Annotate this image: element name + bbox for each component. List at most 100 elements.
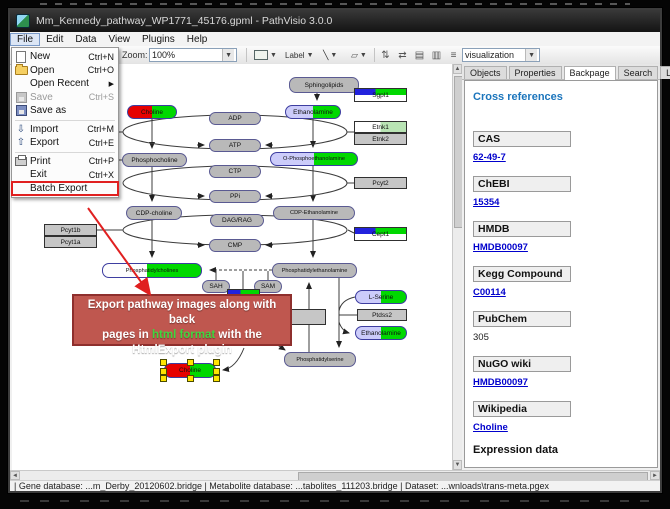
menu-item-import[interactable]: ImportCtrl+M	[12, 123, 118, 137]
tab-objects[interactable]: Objects	[464, 66, 507, 79]
crossref-link[interactable]: C00114	[473, 287, 506, 298]
node-cdp-ethanolamine[interactable]: CDP-Ethanolamine	[273, 206, 355, 220]
menu-item-label: Save	[30, 92, 85, 103]
node-etnk1[interactable]: Etnk1	[354, 121, 407, 133]
node-pcyt2[interactable]: Pcyt2	[354, 177, 407, 189]
shape-tool-button[interactable]: ▱ ▼	[348, 48, 370, 62]
menubar-item-help[interactable]: Help	[181, 33, 214, 46]
selection-handle[interactable]	[160, 368, 167, 375]
node-cept1[interactable]: Cept1	[354, 227, 407, 241]
line-tool-button[interactable]: ╲ ▼	[320, 48, 340, 62]
node-sgpl1[interactable]: Sgpl1	[354, 88, 407, 102]
node-ethanolamine-bottom[interactable]: Ethanolamine	[355, 326, 407, 340]
node-phosphatidylserine[interactable]: Phosphatidylserine	[284, 352, 356, 367]
menubar-item-view[interactable]: View	[102, 33, 136, 46]
node-pcyt1a[interactable]: Pcyt1a	[44, 236, 97, 248]
crossref-link[interactable]: 15354	[473, 197, 499, 208]
menu-item-open[interactable]: OpenCtrl+O	[12, 64, 118, 78]
node-label: Sphingolipids	[305, 82, 344, 89]
menu-item-exit[interactable]: Exit Ctrl+X	[12, 168, 118, 182]
align-horizontal-center-icon[interactable]: ⇄	[395, 48, 410, 62]
menubar-item-edit[interactable]: Edit	[40, 33, 69, 46]
selection-handle[interactable]	[187, 359, 194, 366]
distribute-horizontal-icon[interactable]: ▤	[412, 48, 427, 62]
title-bar[interactable]: Mm_Kennedy_pathway_WP1771_45176.gpml - P…	[10, 10, 660, 32]
scroll-up-icon[interactable]: ▲	[453, 64, 462, 74]
node-etnk2[interactable]: Etnk2	[354, 133, 407, 145]
node-sah[interactable]: SAH	[202, 280, 230, 293]
tab-legend[interactable]: Legend	[660, 66, 670, 79]
node-atp[interactable]: ATP	[209, 139, 261, 152]
menu-item-label: Exit	[30, 169, 85, 180]
menu-item-save-as[interactable]: Save as	[12, 104, 118, 118]
crossref-link[interactable]: 62-49-7	[473, 152, 506, 163]
zoom-combobox[interactable]: 100% ▼	[149, 48, 237, 62]
crossref-link[interactable]: Choline	[473, 422, 508, 433]
vertical-scrollbar[interactable]: ▲ ▼	[452, 64, 462, 470]
node-adp[interactable]: ADP	[209, 112, 261, 125]
node-phosphocholine[interactable]: Phosphocholine	[122, 153, 187, 167]
crossref-link[interactable]: HMDB00097	[473, 377, 528, 388]
scroll-down-icon[interactable]: ▼	[453, 460, 462, 470]
node-choline-selected[interactable]: Choline	[164, 363, 216, 378]
distribute-vertical-icon[interactable]: ▥	[429, 48, 444, 62]
selection-handle[interactable]	[213, 359, 220, 366]
menu-item-open-recent[interactable]: Open Recent▶	[12, 77, 118, 91]
selection-handle[interactable]	[160, 375, 167, 382]
tab-properties[interactable]: Properties	[509, 66, 562, 79]
menubar-item-plugins[interactable]: Plugins	[136, 33, 181, 46]
visualization-combobox[interactable]: visualization ▼	[462, 48, 540, 62]
chevron-down-icon[interactable]: ▼	[222, 49, 234, 61]
node-ethanolamine-top[interactable]: Ethanolamine	[285, 105, 341, 119]
node-pcyt1b[interactable]: Pcyt1b	[44, 224, 97, 236]
menu-item-new[interactable]: NewCtrl+N	[12, 50, 118, 64]
node-ptdss2[interactable]: Ptdss2	[357, 309, 407, 321]
menu-item-batch-export[interactable]: Batch Export	[12, 182, 118, 196]
menu-item-save[interactable]: SaveCtrl+S	[12, 91, 118, 105]
node-choline-top[interactable]: Choline	[127, 105, 177, 119]
backpage-sections: CAS62-49-7ChEBI15354HMDBHMDB00097Kegg Co…	[473, 129, 649, 433]
menubar-item-data[interactable]: Data	[69, 33, 102, 46]
backpage-section-cas: CAS62-49-7	[473, 129, 649, 163]
chevron-down-icon[interactable]: ▼	[525, 49, 537, 61]
menu-item-print[interactable]: PrintCtrl+P	[12, 155, 118, 169]
node-dag-rag[interactable]: DAG/RAG	[210, 214, 264, 227]
node-o-phosphoethanolamine[interactable]: O-Phosphoethanolamine	[270, 152, 358, 166]
tab-search[interactable]: Search	[618, 66, 659, 79]
menubar-item-file[interactable]: File	[10, 33, 40, 46]
node-l-serine[interactable]: L-Serine	[355, 290, 407, 304]
chevron-down-icon: ▼	[330, 52, 337, 59]
node-ppi[interactable]: PPi	[209, 190, 261, 203]
horizontal-scrollbar[interactable]: ◄ ►	[10, 470, 660, 480]
datanode-tool-button[interactable]: ▼	[251, 48, 280, 62]
selection-handle[interactable]	[187, 375, 194, 382]
stack-icon[interactable]: ≡	[446, 48, 461, 62]
selection-handle[interactable]	[213, 375, 220, 382]
selection-handle[interactable]	[160, 359, 167, 366]
menu-item-export[interactable]: ExportCtrl+E	[12, 136, 118, 150]
crossref-link[interactable]: HMDB00097	[473, 242, 528, 253]
align-vertical-center-icon[interactable]: ⇅	[378, 48, 393, 62]
datasource-header: Kegg Compound	[473, 266, 571, 282]
new-file-icon	[14, 51, 28, 62]
tab-backpage[interactable]: Backpage	[564, 66, 616, 80]
selection-handle[interactable]	[213, 368, 220, 375]
node-cmp[interactable]: CMP	[209, 239, 261, 252]
submenu-arrow-icon: ▶	[109, 80, 114, 88]
node-ctp[interactable]: CTP	[209, 165, 261, 178]
node-cdp-choline[interactable]: CDP-choline	[126, 206, 182, 220]
zoom-label: Zoom:	[122, 48, 148, 62]
scroll-left-icon[interactable]: ◄	[10, 471, 20, 480]
side-panel-tabs: ObjectsPropertiesBackpageSearchLegend	[462, 64, 660, 80]
node-phosphatidylethanolamine[interactable]: Phosphatidylethanolamine	[272, 263, 357, 278]
node-gene-box-partial[interactable]	[290, 309, 326, 325]
menu-shortcut: Ctrl+X	[89, 170, 114, 180]
label-tool-button[interactable]: Label ▼	[282, 48, 317, 62]
backpage-section-chebi: ChEBI15354	[473, 174, 649, 208]
node-sphingolipids[interactable]: Sphingolipids	[289, 77, 359, 93]
side-panel: ObjectsPropertiesBackpageSearchLegend Cr…	[462, 64, 660, 470]
node-phosphatidylcholines[interactable]: Phosphatidylcholines	[102, 263, 202, 278]
node-label: L-Serine	[369, 294, 394, 301]
scroll-right-icon[interactable]: ►	[650, 471, 660, 480]
node-label: Ethanolamine	[361, 330, 401, 337]
